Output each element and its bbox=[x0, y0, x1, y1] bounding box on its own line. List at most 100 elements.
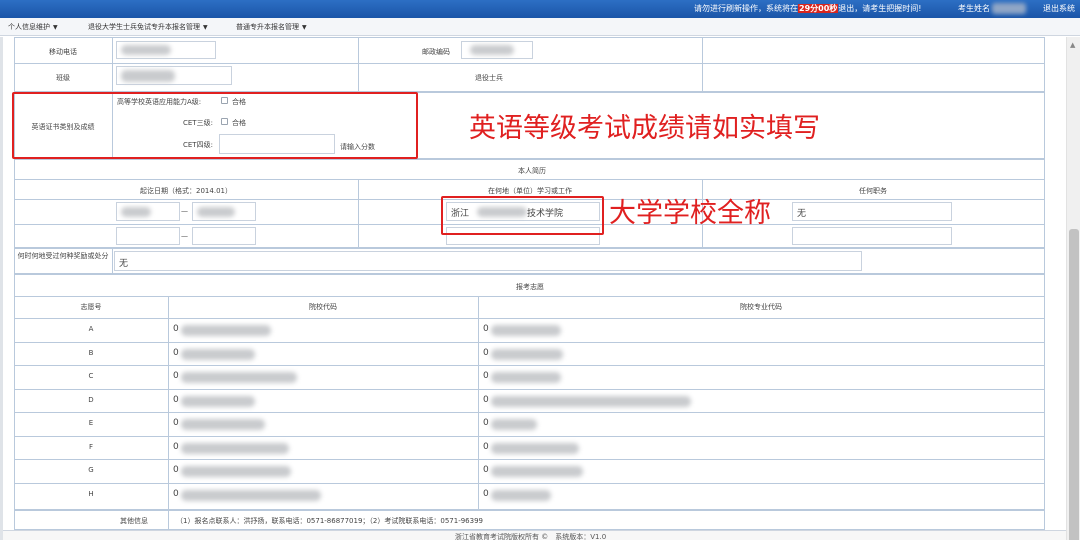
choices-col-no: 志愿号 bbox=[80, 303, 102, 311]
postcode-input[interactable] bbox=[461, 41, 533, 59]
resume-col-position: 任何职务 bbox=[859, 187, 887, 195]
redacted-value bbox=[181, 490, 321, 501]
redacted-value bbox=[491, 325, 561, 336]
footer: 浙江省教育考试院版权所有 © 系统版本：V1.0 bbox=[3, 530, 1066, 540]
redacted-value bbox=[181, 466, 291, 477]
left-edge bbox=[0, 37, 3, 540]
redacted-value bbox=[121, 207, 151, 217]
school-annotation-box bbox=[441, 196, 604, 235]
school-code-input[interactable]: 0 bbox=[170, 320, 476, 339]
school-code-input[interactable]: 0 bbox=[170, 391, 476, 410]
menu-veteran-registration[interactable]: 退役大学生士兵免试专升本报名管理 ▼ bbox=[88, 22, 208, 32]
resume-start-date-2[interactable] bbox=[116, 227, 180, 245]
choice-number: A bbox=[88, 325, 94, 333]
school-code-input[interactable]: 0 bbox=[170, 344, 476, 363]
major-code-input[interactable]: 0 bbox=[480, 391, 1040, 410]
school-code-prefix: 0 bbox=[173, 395, 179, 405]
redacted-value bbox=[197, 207, 235, 217]
major-code-input[interactable]: 0 bbox=[480, 367, 1040, 386]
resume-col-place: 在何地（单位）学习或工作 bbox=[488, 187, 572, 195]
major-code-prefix: 0 bbox=[483, 418, 489, 428]
awards-value: 无 bbox=[119, 259, 129, 269]
choice-number: F bbox=[88, 443, 94, 451]
resume-position-1[interactable]: 无 bbox=[792, 202, 952, 221]
scroll-up-icon[interactable]: ▲ bbox=[1070, 41, 1075, 49]
major-code-input[interactable]: 0 bbox=[480, 485, 1040, 504]
scrollbar-thumb[interactable] bbox=[1069, 229, 1079, 540]
top-status-bar: 请勿进行刷新操作，系统将在29分00秒退出，请考生把握时间! 考生姓名 退出系统 bbox=[0, 0, 1080, 18]
menu-regular-registration[interactable]: 普通专升本报名管理 ▼ bbox=[236, 22, 307, 32]
choice-number: C bbox=[88, 372, 94, 380]
major-code-input[interactable]: 0 bbox=[480, 320, 1040, 339]
redacted-value bbox=[121, 70, 175, 82]
date-dash: — bbox=[181, 207, 188, 215]
major-code-prefix: 0 bbox=[483, 371, 489, 381]
user-label: 考生姓名 bbox=[958, 4, 990, 13]
redacted-value bbox=[181, 419, 265, 430]
resume-col-date: 起讫日期（格式：2014.01） bbox=[140, 187, 232, 195]
class-label: 班级 bbox=[56, 74, 70, 82]
school-code-prefix: 0 bbox=[173, 348, 179, 358]
major-code-prefix: 0 bbox=[483, 324, 489, 334]
vertical-scrollbar[interactable]: ▲ bbox=[1066, 37, 1080, 540]
choice-number: H bbox=[88, 490, 94, 498]
choice-number: B bbox=[88, 349, 94, 357]
redacted-value bbox=[181, 349, 255, 360]
redacted-value bbox=[181, 396, 255, 407]
school-code-prefix: 0 bbox=[173, 371, 179, 381]
major-code-prefix: 0 bbox=[483, 348, 489, 358]
redacted-value bbox=[470, 45, 514, 55]
major-code-prefix: 0 bbox=[483, 465, 489, 475]
other-info-label: 其他信息 bbox=[120, 517, 148, 525]
redacted-value bbox=[491, 396, 691, 407]
awards-label: 何时何地受过何种奖励或处分 bbox=[17, 252, 109, 260]
school-code-input[interactable]: 0 bbox=[170, 461, 476, 480]
major-code-prefix: 0 bbox=[483, 489, 489, 499]
school-code-prefix: 0 bbox=[173, 465, 179, 475]
major-code-prefix: 0 bbox=[483, 395, 489, 405]
notice-prefix: 请勿进行刷新操作，系统将在 bbox=[694, 4, 798, 13]
mobile-input[interactable] bbox=[116, 41, 216, 59]
awards-input[interactable]: 无 bbox=[114, 251, 862, 271]
session-notice: 请勿进行刷新操作，系统将在29分00秒退出，请考生把握时间! bbox=[694, 3, 921, 14]
resume-end-date-2[interactable] bbox=[192, 227, 256, 245]
chevron-down-icon: ▼ bbox=[203, 24, 208, 31]
english-annotation-box bbox=[12, 92, 418, 159]
main-menu-bar: 个人信息维护 ▼ 退役大学生士兵免试专升本报名管理 ▼ 普通专升本报名管理 ▼ bbox=[0, 18, 1080, 36]
resume-end-date-1[interactable] bbox=[192, 202, 256, 221]
resume-position-2[interactable] bbox=[792, 227, 952, 245]
resume-title: 本人简历 bbox=[518, 167, 546, 175]
major-code-input[interactable]: 0 bbox=[480, 344, 1040, 363]
redacted-value bbox=[491, 349, 563, 360]
school-code-prefix: 0 bbox=[173, 442, 179, 452]
chevron-down-icon: ▼ bbox=[302, 24, 307, 31]
major-code-input[interactable]: 0 bbox=[480, 414, 1040, 433]
school-code-prefix: 0 bbox=[173, 489, 179, 499]
school-code-input[interactable]: 0 bbox=[170, 438, 476, 457]
choice-number: G bbox=[88, 466, 94, 474]
redacted-value bbox=[181, 372, 297, 383]
school-code-input[interactable]: 0 bbox=[170, 367, 476, 386]
choices-col-school-code: 院校代码 bbox=[309, 303, 337, 311]
school-code-prefix: 0 bbox=[173, 418, 179, 428]
date-dash: — bbox=[181, 232, 188, 240]
user-name-redacted bbox=[992, 3, 1026, 14]
resume-start-date-1[interactable] bbox=[116, 202, 180, 221]
other-info-text: （1）报名点联系人：洪抒扬，联系电话：0571-86877019；（2）考试院联… bbox=[176, 517, 483, 525]
logout-link[interactable]: 退出系统 bbox=[1043, 3, 1075, 14]
redacted-value bbox=[491, 443, 579, 454]
major-code-input[interactable]: 0 bbox=[480, 461, 1040, 480]
redacted-value bbox=[181, 443, 289, 454]
notice-suffix: 退出，请考生把握时间! bbox=[838, 4, 922, 13]
class-input[interactable] bbox=[116, 66, 232, 85]
postcode-label: 邮政编码 bbox=[422, 48, 450, 56]
school-code-input[interactable]: 0 bbox=[170, 485, 476, 504]
school-annotation-text: 大学学校全称 bbox=[609, 198, 771, 229]
menu-personal-info[interactable]: 个人信息维护 ▼ bbox=[8, 22, 58, 32]
school-code-input[interactable]: 0 bbox=[170, 414, 476, 433]
redacted-value bbox=[491, 466, 583, 477]
choices-col-major-code: 院校专业代码 bbox=[740, 303, 782, 311]
choice-number: E bbox=[88, 419, 94, 427]
redacted-value bbox=[491, 372, 561, 383]
major-code-input[interactable]: 0 bbox=[480, 438, 1040, 457]
